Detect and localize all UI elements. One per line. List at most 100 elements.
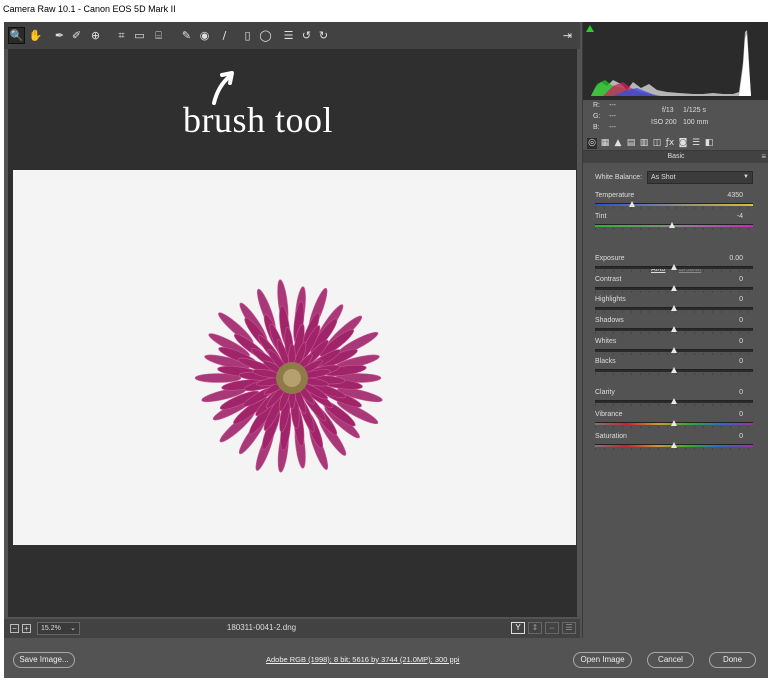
snapshots-icon[interactable]: ◧ bbox=[704, 138, 714, 149]
tint-slider[interactable]: Tint -4 bbox=[595, 213, 757, 233]
whites-slider[interactable]: Whites 0 bbox=[595, 338, 757, 358]
lens-icon[interactable]: ◫ bbox=[652, 138, 662, 149]
camera-calibration-icon[interactable]: ◙ bbox=[678, 138, 688, 149]
status-bar: − + 15.2% ⌄ 180311-0041-2.dng Y ⇕ ⇔ ☰ bbox=[4, 619, 580, 638]
vibrance-value[interactable]: 0 bbox=[739, 411, 743, 418]
photo-preview[interactable] bbox=[13, 170, 576, 545]
hand-tool[interactable]: ✋ bbox=[27, 27, 44, 44]
blacks-ticks bbox=[595, 373, 753, 375]
red-eye-icon: ◉ bbox=[199, 29, 210, 42]
detail-icon[interactable]: ▲ bbox=[613, 138, 623, 149]
cancel-button[interactable]: Cancel bbox=[647, 652, 694, 668]
zoom-in-button[interactable]: + bbox=[22, 624, 31, 633]
tint-value[interactable]: -4 bbox=[737, 213, 743, 220]
b-label: B: bbox=[593, 124, 600, 131]
spot-removal-tool[interactable]: ✎ bbox=[178, 27, 195, 44]
temperature-slider[interactable]: Temperature 4350 bbox=[595, 192, 757, 212]
presets-icon[interactable]: ☰ bbox=[691, 138, 701, 149]
panel-menu-icon[interactable]: ≡ bbox=[761, 151, 766, 163]
whites-thumb[interactable] bbox=[670, 347, 677, 353]
whites-label: Whites bbox=[595, 338, 617, 345]
adjustment-brush-tool[interactable]: / bbox=[216, 27, 233, 44]
clarity-slider[interactable]: Clarity 0 bbox=[595, 389, 757, 409]
list-icon: ☰ bbox=[283, 29, 294, 42]
preferences-button[interactable]: ☰ bbox=[280, 27, 297, 44]
clarity-value[interactable]: 0 bbox=[739, 389, 743, 396]
toggle-settings-button[interactable]: ☰ bbox=[562, 622, 576, 634]
hand-icon: ✋ bbox=[28, 29, 43, 42]
shadows-slider[interactable]: Shadows 0 bbox=[595, 317, 757, 337]
graduated-filter-tool[interactable]: ▯ bbox=[239, 27, 256, 44]
vibrance-slider[interactable]: Vibrance 0 bbox=[595, 411, 757, 431]
white-balance-tool[interactable]: ✒ bbox=[51, 27, 68, 44]
rotate-right-icon: ↻ bbox=[318, 29, 329, 42]
highlights-value[interactable]: 0 bbox=[739, 296, 743, 303]
temperature-ticks bbox=[595, 207, 753, 209]
shadow-clipping-icon[interactable] bbox=[586, 25, 594, 32]
focal-length-value: 100 mm bbox=[683, 119, 709, 126]
exposure-thumb[interactable] bbox=[670, 264, 677, 270]
before-after-button[interactable]: ⇕ bbox=[528, 622, 542, 634]
camera-raw-dialog: 🔍 ✋ ✒ ✐ ⊕ ⌗ ▭ ⌸ ✎ ◉ / ▯ ◯ ☰ ↺ ↻ ⇥ brush tool − + 15.2% ⌄… bbox=[4, 22, 768, 678]
contrast-value[interactable]: 0 bbox=[739, 276, 743, 283]
highlight-clipping-icon[interactable] bbox=[757, 25, 765, 32]
tint-ticks bbox=[595, 228, 753, 230]
blacks-slider[interactable]: Blacks 0 bbox=[595, 358, 757, 378]
rotate-ccw-button[interactable]: ↺ bbox=[298, 27, 315, 44]
view-mode-button[interactable]: Y bbox=[511, 622, 525, 634]
effects-icon[interactable]: ƒx bbox=[665, 138, 675, 149]
zoom-tool[interactable]: 🔍 bbox=[8, 27, 25, 44]
graduated-filter-icon: ▯ bbox=[244, 29, 251, 42]
white-balance-value: As Shot bbox=[651, 174, 676, 181]
highlights-slider[interactable]: Highlights 0 bbox=[595, 296, 757, 316]
toolbar: 🔍 ✋ ✒ ✐ ⊕ ⌗ ▭ ⌸ ✎ ◉ / ▯ ◯ ☰ ↺ ↻ ⇥ bbox=[4, 22, 580, 49]
white-balance-select[interactable]: As Shot ▼ bbox=[647, 171, 753, 184]
exposure-slider[interactable]: Exposure 0.00 bbox=[595, 255, 757, 275]
temperature-track[interactable] bbox=[595, 203, 753, 206]
shadows-thumb[interactable] bbox=[670, 326, 677, 332]
whites-value[interactable]: 0 bbox=[739, 338, 743, 345]
save-image-button[interactable]: Save Image... bbox=[13, 652, 75, 668]
fullscreen-button[interactable]: ⇥ bbox=[559, 27, 576, 44]
image-canvas[interactable]: brush tool bbox=[8, 49, 577, 617]
contrast-thumb[interactable] bbox=[670, 285, 677, 291]
done-button[interactable]: Done bbox=[709, 652, 756, 668]
clarity-thumb[interactable] bbox=[670, 398, 677, 404]
blacks-thumb[interactable] bbox=[670, 367, 677, 373]
split-toning-icon[interactable]: ▥ bbox=[639, 138, 649, 149]
targeted-adjustment-tool[interactable]: ⊕ bbox=[87, 27, 104, 44]
brush-icon: / bbox=[222, 29, 227, 42]
swap-settings-button[interactable]: ⇔ bbox=[545, 622, 559, 634]
contrast-slider[interactable]: Contrast 0 bbox=[595, 276, 757, 296]
clarity-label: Clarity bbox=[595, 389, 615, 396]
zoom-level-select[interactable]: 15.2% ⌄ bbox=[37, 622, 80, 635]
radial-filter-tool[interactable]: ◯ bbox=[257, 27, 274, 44]
open-image-button[interactable]: Open Image bbox=[573, 652, 632, 668]
rotate-cw-button[interactable]: ↻ bbox=[315, 27, 332, 44]
vibrance-thumb[interactable] bbox=[670, 420, 677, 426]
exposure-value[interactable]: 0.00 bbox=[729, 255, 743, 262]
basic-icon[interactable]: ◎ bbox=[587, 138, 597, 149]
tone-curve-icon[interactable]: ▦ bbox=[600, 138, 610, 149]
workflow-options-link[interactable]: Adobe RGB (1998); 8 bit; 5616 by 3744 (2… bbox=[266, 655, 459, 664]
footer-bar: Save Image... Adobe RGB (1998); 8 bit; 5… bbox=[4, 638, 768, 678]
transform-tool[interactable]: ⌸ bbox=[150, 27, 167, 44]
file-name: 180311-0041-2.dng bbox=[226, 623, 297, 632]
saturation-thumb[interactable] bbox=[670, 442, 677, 448]
temperature-value[interactable]: 4350 bbox=[727, 192, 743, 199]
blacks-value[interactable]: 0 bbox=[739, 358, 743, 365]
crop-tool[interactable]: ⌗ bbox=[113, 27, 130, 44]
highlights-thumb[interactable] bbox=[670, 305, 677, 311]
whites-ticks bbox=[595, 353, 753, 355]
straighten-tool[interactable]: ▭ bbox=[131, 27, 148, 44]
shadows-value[interactable]: 0 bbox=[739, 317, 743, 324]
hsl-icon[interactable]: ▤ bbox=[626, 138, 636, 149]
saturation-slider[interactable]: Saturation 0 bbox=[595, 433, 757, 453]
temperature-thumb[interactable] bbox=[629, 201, 636, 207]
magnifier-icon: 🔍 bbox=[9, 29, 24, 42]
saturation-value[interactable]: 0 bbox=[739, 433, 743, 440]
zoom-out-button[interactable]: − bbox=[10, 624, 19, 633]
color-sampler-tool[interactable]: ✐ bbox=[68, 27, 85, 44]
tint-thumb[interactable] bbox=[668, 222, 675, 228]
red-eye-tool[interactable]: ◉ bbox=[196, 27, 213, 44]
